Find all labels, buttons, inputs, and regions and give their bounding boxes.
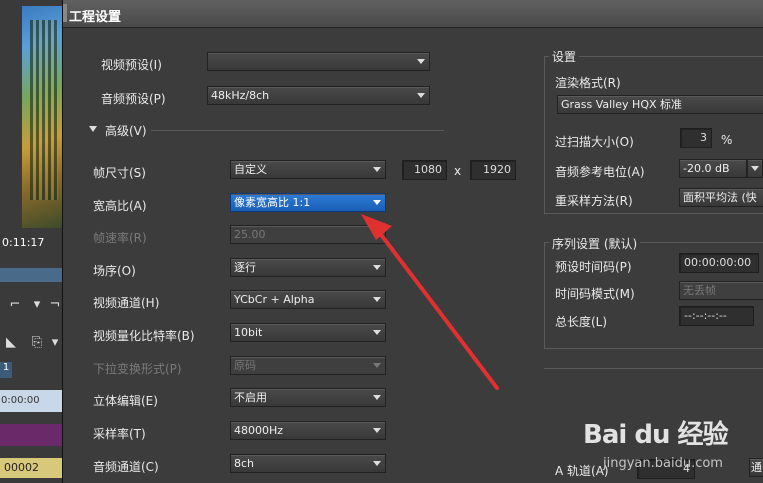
watermark-url: jingyan.baidu.com	[603, 456, 723, 471]
baidu-logo: Bai du 经验	[583, 420, 728, 450]
baidu-watermark: Bai du 经验 jingyan.baidu.com	[583, 400, 763, 483]
